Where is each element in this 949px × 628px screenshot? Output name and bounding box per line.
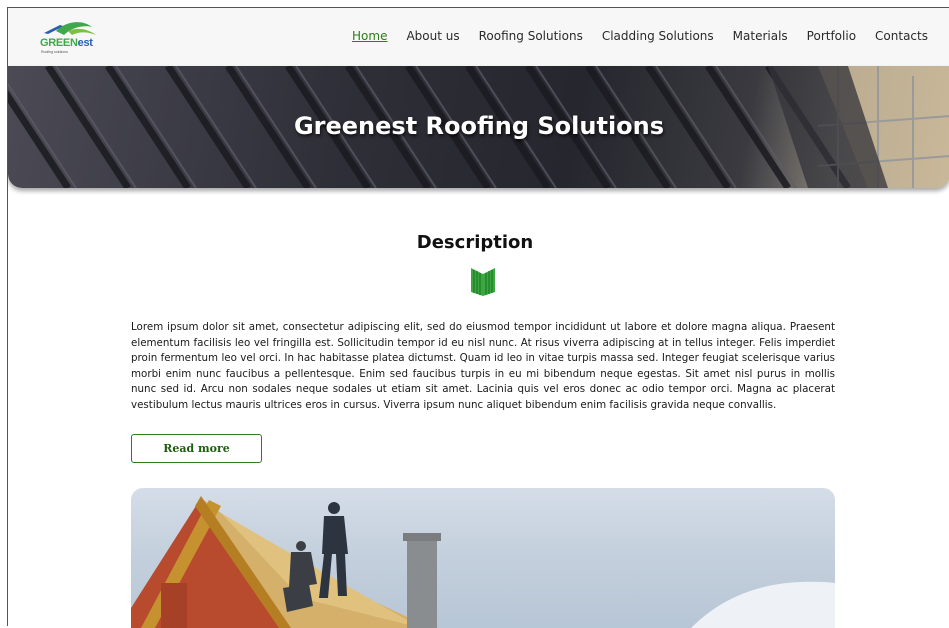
main-nav: Home About us Roofing Solutions Cladding… [333,29,928,43]
description-heading: Description [416,232,534,253]
read-more-button[interactable]: Read more [131,434,262,463]
roofers-photo [131,488,835,628]
nav-contacts[interactable]: Contacts [875,29,928,43]
nav-portfolio[interactable]: Portfolio [807,29,856,43]
nav-home[interactable]: Home [352,29,387,43]
nav-materials[interactable]: Materials [733,29,788,43]
nav-cladding-solutions[interactable]: Cladding Solutions [602,29,714,43]
hero-banner: Greenest Roofing Solutions [8,66,949,188]
green-roof-icon [469,264,497,300]
description-text: Lorem ipsum dolor sit amet, consectetur … [131,321,835,411]
logo-tagline: Roofing solutions [41,50,68,54]
logo-wordmark: GREENest [40,37,93,49]
nav-roofing-solutions[interactable]: Roofing Solutions [479,29,583,43]
nav-about-us[interactable]: About us [406,29,459,43]
site-header: GREENest Roofing solutions Home About us… [8,8,949,66]
hero-title: Greenest Roofing Solutions [293,112,665,140]
site-logo[interactable]: GREENest Roofing solutions [38,19,102,59]
